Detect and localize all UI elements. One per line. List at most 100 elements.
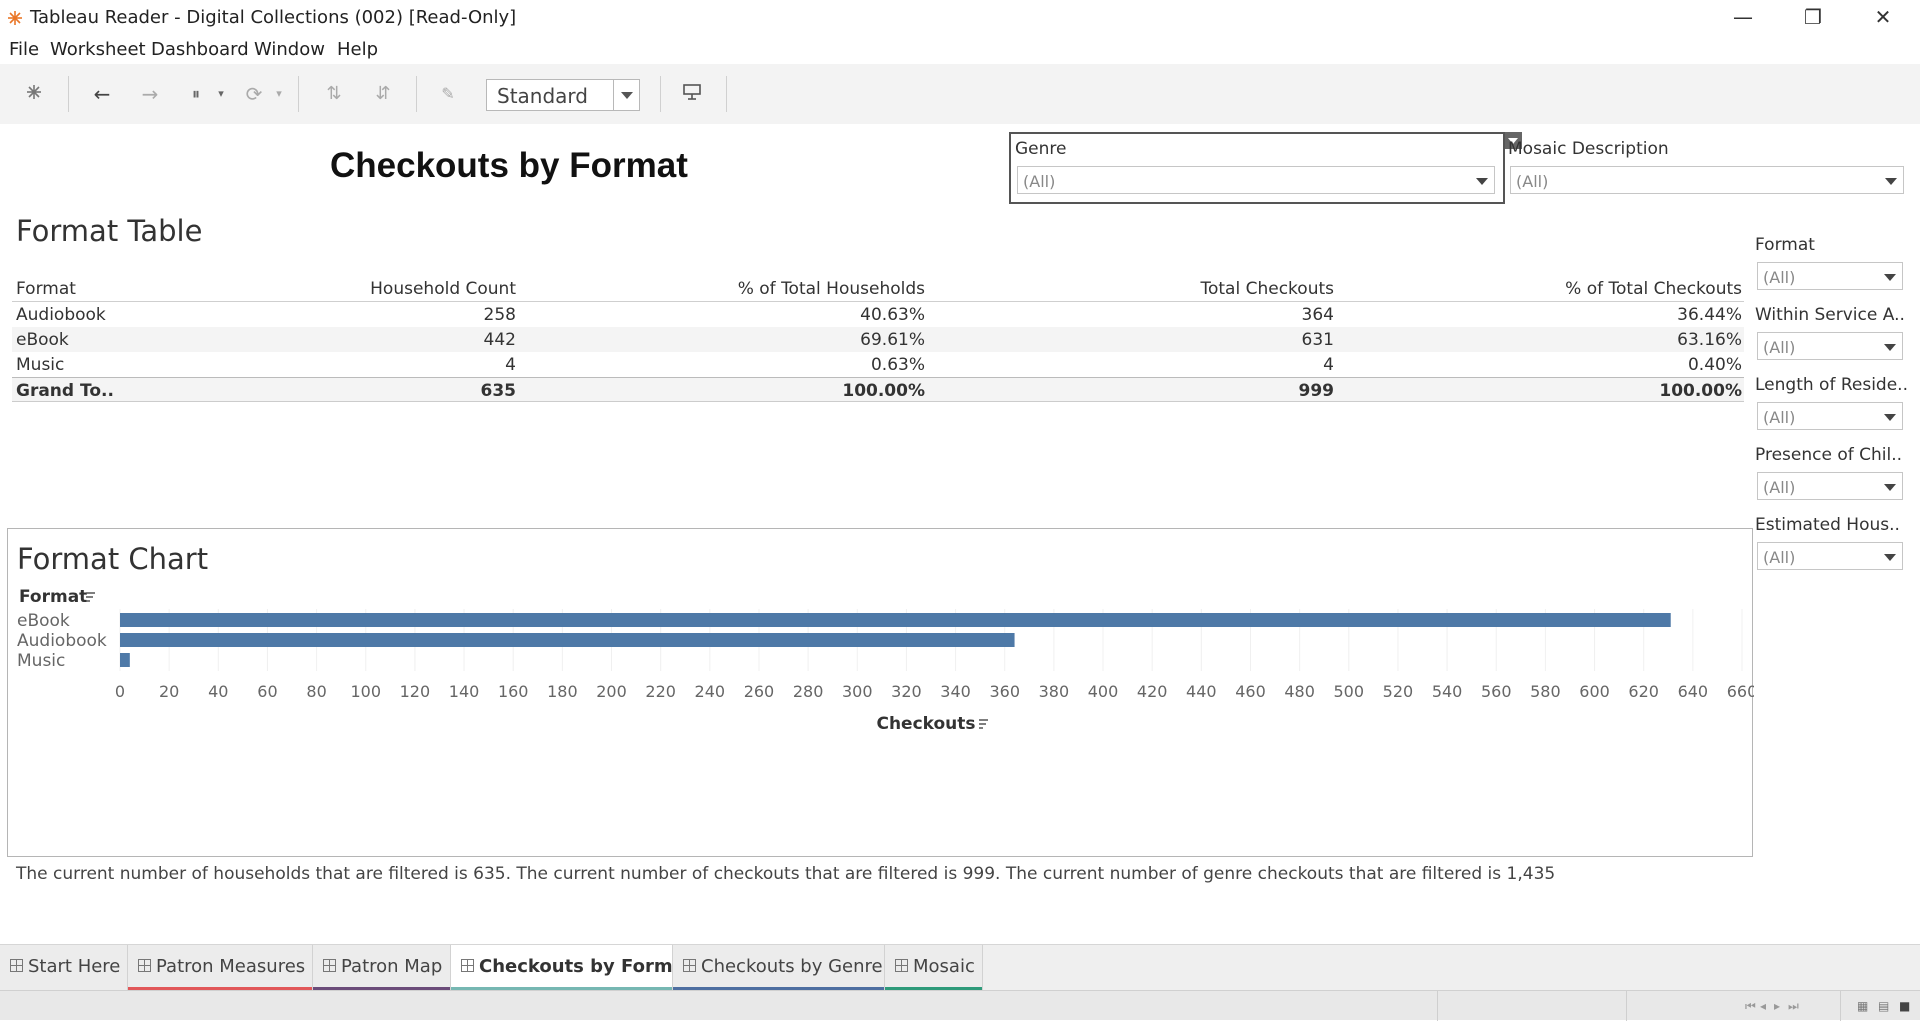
toolbar-separator: [298, 76, 299, 112]
sheet-tab-label: Checkouts by Genre: [701, 956, 883, 977]
within-service-filter-label: Within Service A..: [1755, 305, 1905, 325]
presentation-icon[interactable]: [680, 82, 704, 106]
chevron-down-icon: [1476, 178, 1488, 185]
x-tick-label: 620: [1628, 682, 1659, 701]
estimated-household-filter-dropdown[interactable]: (All): [1757, 542, 1903, 570]
window-title: Tableau Reader - Digital Collections (00…: [30, 7, 517, 28]
sheet-tab[interactable]: Checkouts by Format: [451, 945, 693, 991]
toolbar: ← → ⏸ ▾ ⟳ ▾ ⇅ ⇵ ✎ Standard: [0, 64, 1920, 124]
table-cell: Audiobook: [16, 305, 106, 325]
next-icon[interactable]: ▸: [1774, 999, 1780, 1013]
sheet-tab[interactable]: Checkouts by Genre: [673, 945, 885, 991]
table-row[interactable]: eBook 442 69.61% 631 63.16%: [12, 327, 1744, 352]
mosaic-filter-dropdown[interactable]: (All): [1510, 166, 1904, 194]
x-tick-label: 280: [793, 682, 824, 701]
pause-icon[interactable]: ⏸: [184, 82, 208, 106]
menu-bar: File Worksheet Dashboard Window Help: [0, 36, 1920, 64]
restore-button[interactable]: ❐: [1790, 2, 1836, 32]
sheet-tab[interactable]: Start Here: [0, 945, 128, 991]
table-cell: 100.00%: [842, 381, 925, 401]
chevron-down-icon: [1884, 414, 1896, 421]
x-tick-label: 140: [449, 682, 480, 701]
sheet-tab-label: Checkouts by Format: [479, 956, 694, 977]
presence-children-filter-label: Presence of Chil..: [1755, 445, 1903, 465]
table-cell: 635: [480, 381, 517, 401]
x-tick-label: 260: [744, 682, 775, 701]
genre-filter-dropdown[interactable]: (All): [1017, 166, 1495, 194]
within-service-filter-dropdown[interactable]: (All): [1757, 332, 1903, 360]
format-chart[interactable]: Format Chart Format eBookAudiobookMusic 0 20…: [8, 529, 1754, 858]
menu-help[interactable]: Help: [337, 39, 378, 60]
sheet-sorter-icon[interactable]: ▦: [1857, 999, 1868, 1013]
close-button[interactable]: ✕: [1860, 2, 1906, 32]
pause-dropdown-icon[interactable]: ▾: [215, 82, 227, 106]
column-header[interactable]: Format: [16, 279, 76, 299]
menu-file[interactable]: File: [9, 39, 39, 60]
table-row[interactable]: Audiobook 258 40.63% 364 36.44%: [12, 302, 1744, 327]
refresh-icon[interactable]: ⟳: [242, 82, 266, 106]
dashboard-tab-icon: [683, 959, 696, 972]
x-tick-label: 580: [1530, 682, 1561, 701]
filter-summary-text: The current number of households that ar…: [16, 864, 1556, 884]
toolbar-separator: [68, 76, 69, 112]
dashboard-tab-icon: [138, 959, 151, 972]
category-label: eBook: [17, 611, 70, 631]
sort-descending-icon[interactable]: ⇵: [371, 82, 395, 106]
last-icon[interactable]: ⏭: [1788, 999, 1799, 1014]
refresh-dropdown-icon[interactable]: ▾: [273, 82, 285, 106]
sheet-tab[interactable]: Patron Measures: [128, 945, 313, 991]
undo-icon[interactable]: ←: [90, 82, 114, 106]
sort-ascending-icon[interactable]: ⇅: [322, 82, 346, 106]
format-table: Format Household Count % of Total Househ…: [12, 276, 1744, 402]
column-header[interactable]: % of Total Checkouts: [1565, 279, 1742, 299]
x-tick-label: 120: [400, 682, 431, 701]
column-header[interactable]: % of Total Households: [738, 279, 925, 299]
status-separator: [1840, 991, 1841, 1021]
table-row[interactable]: Music 4 0.63% 4 0.40%: [12, 352, 1744, 377]
filmstrip-icon[interactable]: ▤: [1878, 999, 1889, 1013]
x-tick-label: 0: [115, 682, 125, 701]
format-filter-dropdown[interactable]: (All): [1757, 262, 1903, 290]
x-tick-label: 460: [1235, 682, 1266, 701]
view-mode-select[interactable]: Standard: [486, 79, 640, 111]
x-tick-label: 340: [940, 682, 971, 701]
tabs-icon[interactable]: ■: [1899, 999, 1910, 1013]
presence-children-filter-dropdown[interactable]: (All): [1757, 472, 1903, 500]
redo-icon[interactable]: →: [138, 82, 162, 106]
title-bar: Tableau Reader - Digital Collections (00…: [0, 0, 1920, 34]
first-icon[interactable]: ⏮: [1745, 999, 1756, 1014]
sheet-tab[interactable]: Patron Map: [313, 945, 451, 991]
format-filter-value: (All): [1763, 268, 1796, 287]
bar: [120, 653, 130, 667]
minimize-button[interactable]: —: [1720, 2, 1766, 32]
column-header[interactable]: Total Checkouts: [1201, 279, 1335, 299]
table-cell: 36.44%: [1677, 305, 1742, 325]
table-cell: 258: [483, 305, 516, 325]
format-chart-title: Format Chart: [17, 542, 208, 576]
sheet-tab-bar: Start Here Patron Measures Patron Map Check…: [0, 944, 1920, 991]
x-tick-label: 380: [1039, 682, 1070, 701]
menu-window[interactable]: Window: [254, 39, 325, 60]
pin-icon[interactable]: ✎: [436, 82, 460, 106]
length-residence-filter-label: Length of Reside..: [1755, 375, 1908, 395]
table-cell: eBook: [16, 330, 69, 350]
menu-worksheet[interactable]: Worksheet: [50, 39, 146, 60]
chevron-down-icon[interactable]: [613, 80, 639, 110]
format-filter-label: Format: [1755, 235, 1815, 255]
prev-icon[interactable]: ◂: [1760, 999, 1766, 1013]
sheet-tab[interactable]: Mosaic: [885, 945, 983, 991]
x-tick-label: 540: [1432, 682, 1463, 701]
length-residence-filter-dropdown[interactable]: (All): [1757, 402, 1903, 430]
table-total-row[interactable]: Grand To.. 635 100.00% 999 100.00%: [12, 377, 1744, 402]
chevron-down-icon: [1884, 274, 1896, 281]
column-header[interactable]: Household Count: [370, 279, 516, 299]
x-tick-label: 480: [1284, 682, 1315, 701]
format-chart-frame[interactable]: Format Chart Format eBook Audiobook Music 0 20…: [7, 528, 1754, 858]
dashboard-title: Checkouts by Format: [330, 146, 688, 185]
menu-dashboard[interactable]: Dashboard: [151, 39, 249, 60]
estimated-household-filter-value: (All): [1763, 548, 1796, 567]
chevron-down-icon: [1884, 484, 1896, 491]
table-cell: 4: [1323, 355, 1334, 375]
tableau-logo-icon[interactable]: [22, 82, 46, 106]
x-axis-title: Checkouts: [876, 714, 975, 734]
